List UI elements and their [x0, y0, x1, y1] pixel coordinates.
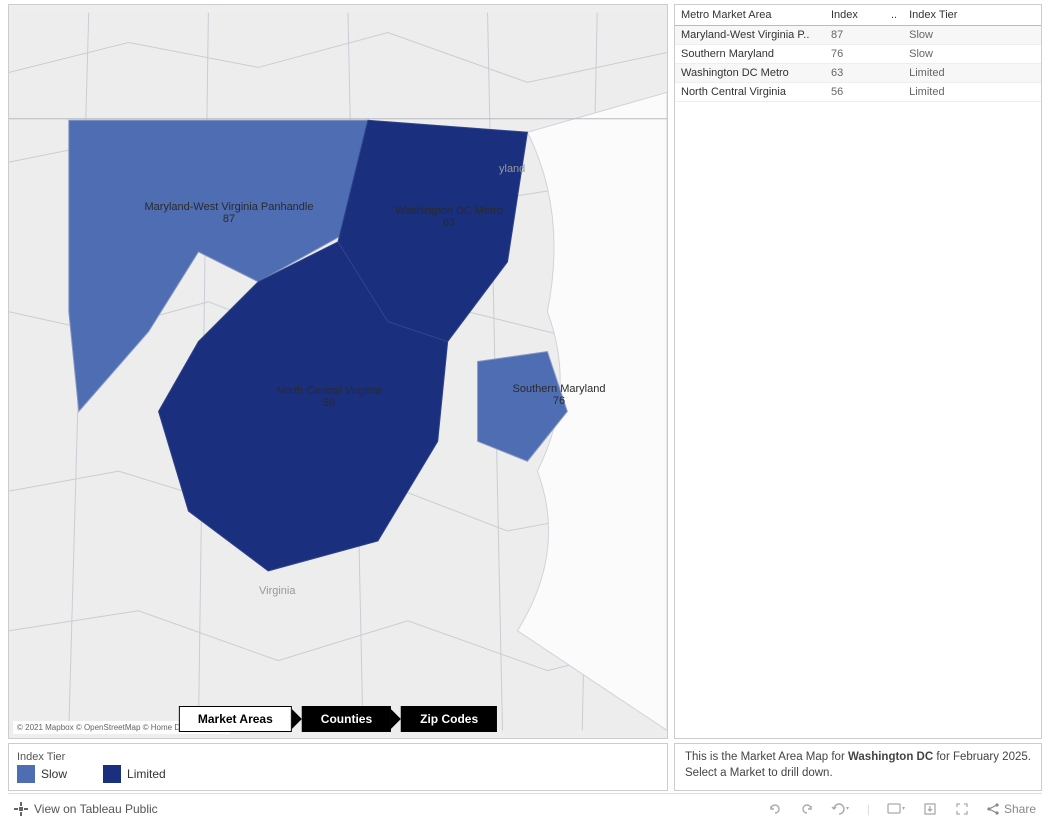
state-label-maryland-partial: yland	[499, 163, 525, 175]
share-button[interactable]: Share	[986, 802, 1036, 816]
desc-pre: This is the Market Area Map for	[685, 751, 848, 763]
redo-icon	[799, 801, 815, 817]
legend-item-slow[interactable]: Slow	[17, 765, 67, 783]
legend-label: Slow	[41, 767, 67, 781]
tableau-toolbar: View on Tableau Public | Share	[8, 793, 1042, 823]
desc-market: Washington DC	[848, 751, 933, 763]
data-table: Metro Market Area Index .. Index Tier Ma…	[675, 5, 1041, 102]
col-tier[interactable]: Index Tier	[903, 5, 1041, 26]
share-label: Share	[1004, 802, 1036, 816]
undo-icon	[767, 801, 783, 817]
replay-button[interactable]	[831, 801, 851, 817]
table-row[interactable]: Washington DC Metro 63 Limited	[675, 64, 1041, 83]
region-label-ncv: North Central Virginia 56	[229, 385, 429, 409]
table-row[interactable]: Maryland-West Virginia P.. 87 Slow	[675, 26, 1041, 45]
swatch-slow	[17, 765, 35, 783]
table-row[interactable]: Southern Maryland 76 Slow	[675, 45, 1041, 64]
table-row[interactable]: North Central Virginia 56 Limited	[675, 83, 1041, 102]
drill-arrow-icon	[391, 709, 401, 729]
drill-nav: Market Areas Counties Zip Codes	[179, 706, 497, 732]
view-on-tableau-link[interactable]: View on Tableau Public	[14, 802, 158, 816]
fullscreen-button[interactable]	[954, 801, 970, 817]
region-label-smd: Southern Maryland 76	[479, 383, 639, 407]
region-label-dcmetro: Washington DC Metro 63	[359, 205, 539, 229]
region-label-mdwv: Maryland-West Virginia Panhandle 87	[109, 201, 349, 225]
col-extra[interactable]: ..	[885, 5, 903, 26]
drill-market-areas[interactable]: Market Areas	[179, 706, 292, 732]
undo-button[interactable]	[767, 801, 783, 817]
redo-button[interactable]	[799, 801, 815, 817]
tableau-logo-icon	[14, 802, 28, 816]
legend-title: Index Tier	[17, 751, 659, 763]
drill-counties[interactable]: Counties	[302, 706, 391, 732]
toolbar-divider: |	[867, 802, 870, 816]
drill-arrow-icon	[292, 709, 302, 729]
view-on-tableau-label: View on Tableau Public	[34, 802, 158, 816]
device-preview-button[interactable]	[886, 801, 906, 817]
legend-panel: Index Tier Slow Limited	[8, 743, 668, 791]
data-table-panel: Metro Market Area Index .. Index Tier Ma…	[674, 4, 1042, 739]
description-panel: This is the Market Area Map for Washingt…	[674, 743, 1042, 791]
basemap-lines	[9, 5, 667, 738]
legend-label: Limited	[127, 767, 166, 781]
share-icon	[986, 802, 1000, 816]
drill-zip-codes[interactable]: Zip Codes	[401, 706, 497, 732]
state-label-virginia: Virginia	[259, 585, 296, 597]
replay-icon	[831, 801, 851, 817]
legend-item-limited[interactable]: Limited	[103, 765, 166, 783]
swatch-limited	[103, 765, 121, 783]
device-icon	[886, 801, 906, 817]
download-button[interactable]	[922, 801, 938, 817]
col-metro[interactable]: Metro Market Area	[675, 5, 825, 26]
fullscreen-icon	[954, 801, 970, 817]
col-index[interactable]: Index	[825, 5, 885, 26]
download-icon	[922, 801, 938, 817]
map-panel[interactable]: Maryland-West Virginia Panhandle 87 Wash…	[8, 4, 668, 739]
